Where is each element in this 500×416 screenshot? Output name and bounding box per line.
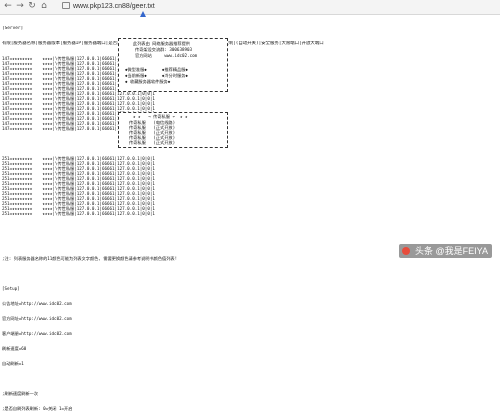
banner1-line1: 此列表由 网络服务器推荐提供 <box>133 41 190 46</box>
banner1-line3: 官方网站 www.idc02.com <box>135 53 198 58</box>
banner2-line1: ★ ★ → 传奇私服 ← ★ ★ <box>133 114 188 119</box>
toutiao-logo-icon <box>402 247 411 255</box>
section-server: [Server] <box>2 26 24 31</box>
back-arrow-icon[interactable]: ← <box>3 1 13 12</box>
server-row: 147=★★★★★★★★ ★★★★|\传世私服|127.0.0.1|66661|… <box>2 126 155 131</box>
column-header: 有限|服务器名称|服务器版本|服务器IP|服务器端口|是否自动开启|5个开关 ※… <box>2 41 324 46</box>
server-group-2: 251=★★★★★★★★ ★★★★|\传世私服|127.0.0.1|66661|… <box>2 156 498 216</box>
setup-line: 官方网址=http://www.idc02.com <box>2 316 72 321</box>
banner1-line6: ◆ 收藏服务器软件服务◆ <box>125 79 171 84</box>
setup-line: 公告地址=http://www.idc02.com <box>2 301 72 306</box>
banner1-line4: ◆微型准服◆ ◆推荐精品服◆ <box>125 67 188 72</box>
setup-line: 刷新速度=60 <box>2 346 27 351</box>
footer-line: ;刷新速度刷新一次 <box>2 391 39 396</box>
section-setup: [Setup] <box>2 286 20 291</box>
setup-line: 客户端册=http://www.idc02.com <box>2 331 72 336</box>
watermark: 头条 @我是FEIYA <box>399 244 492 258</box>
server-row: 251=★★★★★★★★ ★★★★|\传世私服|127.0.0.1|66661|… <box>2 211 155 216</box>
banner1-line2: 传奇架设交流群: 300638903 <box>135 47 193 52</box>
server-group-1: 147=★★★★★★★★ ★★★★|\传世私服|127.0.0.1|66661|… <box>2 56 498 131</box>
text-document: [Server] 有限|服务器名称|服务器版本|服务器IP|服务器端口|是否自动… <box>2 16 498 416</box>
banner-box-1: 此列表由 网络服务器推荐提供 传奇架设交流群: 300638903 官方网站 w… <box>118 38 228 92</box>
lock-icon <box>62 2 70 9</box>
footer-line: ;是否自刷列表刷新: 0=关闭 1=开启 <box>2 406 73 411</box>
reload-icon[interactable]: ↻ <box>27 1 37 12</box>
home-icon[interactable]: ⌂ <box>39 1 49 12</box>
forward-arrow-icon[interactable]: → <box>15 1 25 12</box>
banner1-line5: ◆当前新服◆ ◆冷分时服务◆ <box>125 73 188 78</box>
watermark-text: 头条 @我是FEIYA <box>415 246 488 256</box>
browser-toolbar: ← → ↻ ⌂ www.pkp123.cn88/geer.txt <box>0 0 500 15</box>
banner2-line6: 传奇私服 (正式开放) <box>129 140 176 145</box>
banner-box-2: ★ ★ → 传奇私服 ← ★ ★ 传奇私服 (电信线路) 传奇私服 (正式开放)… <box>118 112 228 148</box>
setup-line: 自动刷新=1 <box>2 361 24 366</box>
address-bar[interactable]: www.pkp123.cn88/geer.txt <box>62 2 492 11</box>
url-text: www.pkp123.cn88/geer.txt <box>73 3 155 10</box>
